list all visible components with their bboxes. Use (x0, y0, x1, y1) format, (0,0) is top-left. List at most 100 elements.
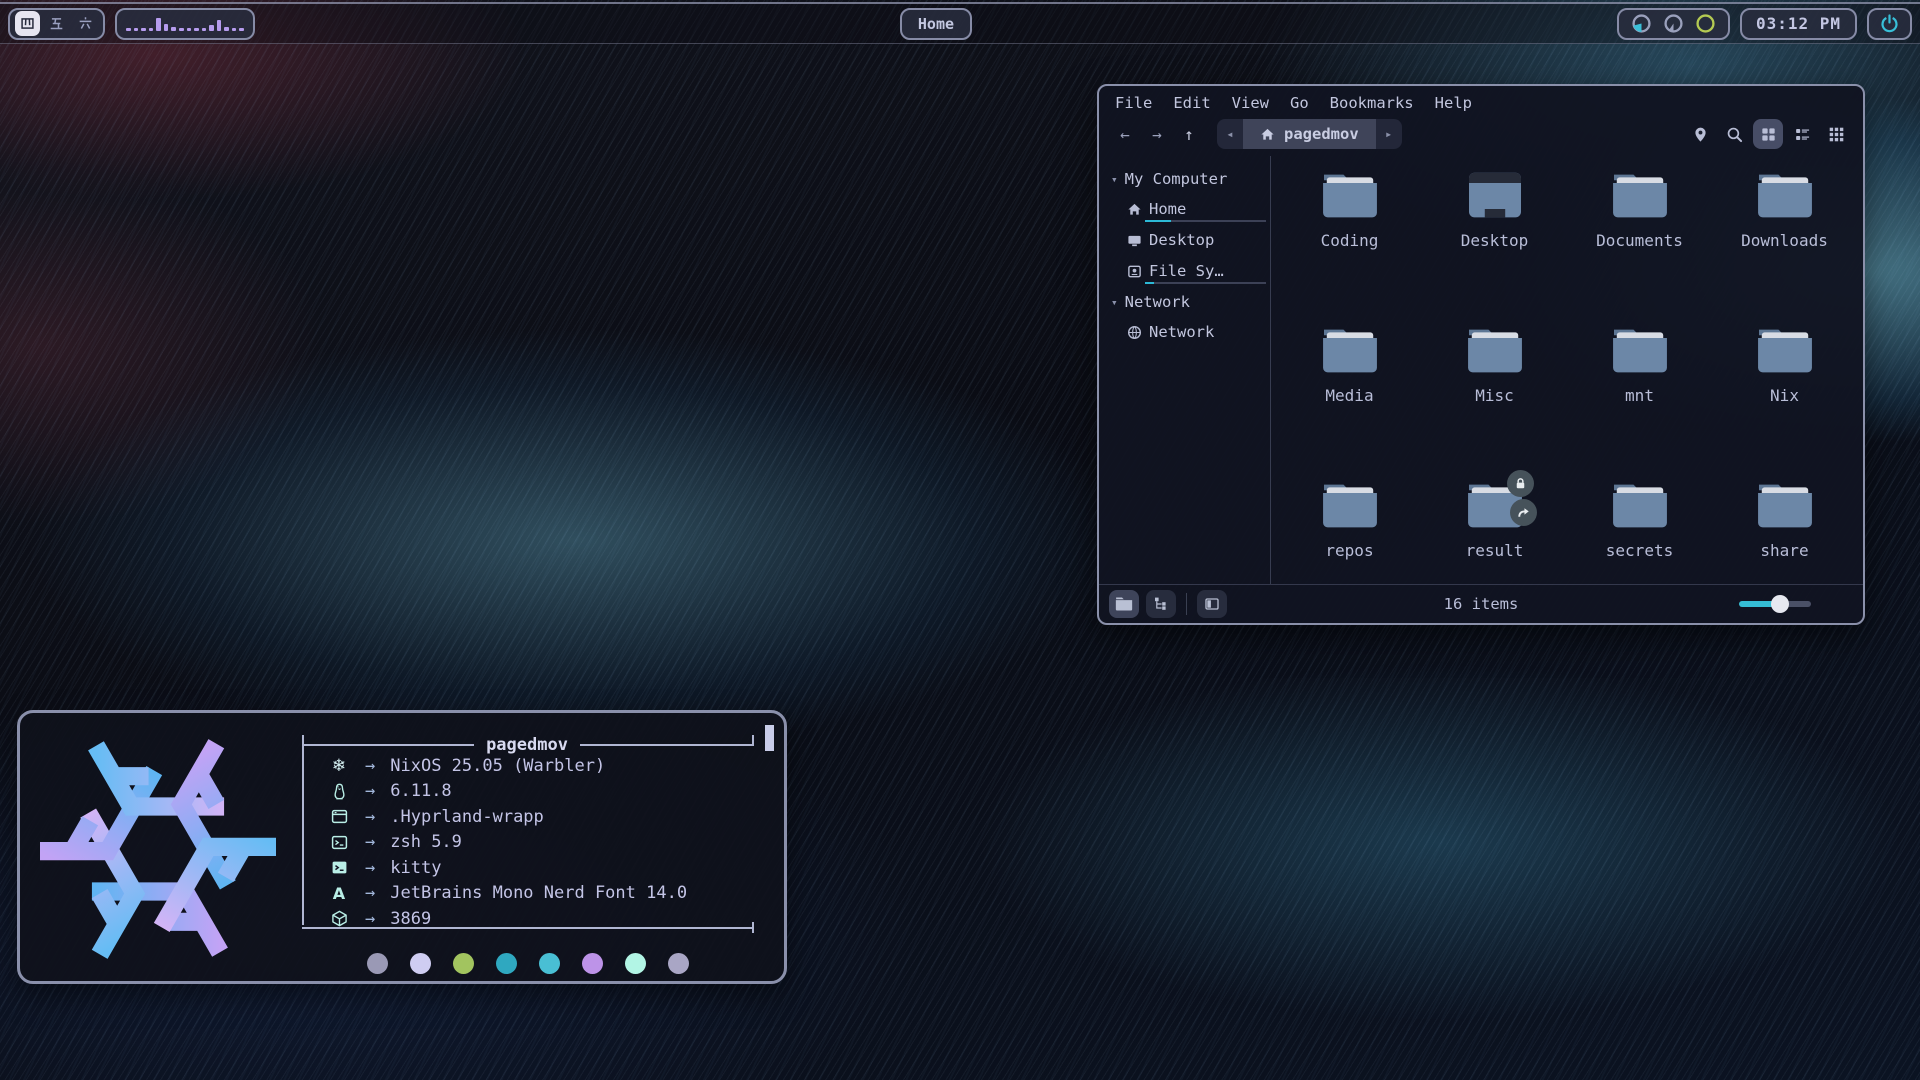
forward-button[interactable]: → (1143, 125, 1171, 144)
sidebar-item-desktop[interactable]: Desktop (1127, 231, 1264, 249)
item-count: 16 items (1444, 595, 1519, 613)
desktop-icon (1127, 233, 1142, 248)
power-icon (1880, 14, 1899, 33)
terminal-color-palette (367, 953, 689, 974)
palette-dot (539, 953, 560, 974)
sidebar-section-network[interactable]: ▾ Network (1111, 293, 1264, 311)
workspace-button-5[interactable] (44, 11, 69, 36)
clock: 03:12 PM (1756, 14, 1841, 33)
folder-repos[interactable]: repos (1279, 472, 1421, 560)
sidebar-section-my-computer[interactable]: ▾ My Computer (1111, 170, 1264, 188)
globe-icon (1127, 325, 1142, 340)
show-places-button[interactable] (1109, 590, 1139, 618)
folder-icon (1610, 480, 1670, 532)
folder-mnt[interactable]: mnt (1569, 317, 1711, 405)
sidebar-item-home[interactable]: Home (1127, 200, 1264, 218)
top-status-bar: Home 03:12 PM (0, 2, 1920, 44)
folder-media[interactable]: Media (1279, 317, 1421, 405)
folder-label: Coding (1321, 231, 1379, 250)
fetch-row-shell: → zsh 5.9 (328, 830, 744, 856)
show-tree-button[interactable] (1146, 590, 1176, 618)
toggle-sidepane-button[interactable] (1197, 590, 1227, 618)
folder-icon (1610, 170, 1670, 222)
folder-nix[interactable]: Nix (1714, 317, 1856, 405)
path-bar: ◂ pagedmov ▸ (1217, 119, 1402, 149)
symlink-emblem-icon (1510, 499, 1537, 526)
pin-icon (1692, 126, 1709, 143)
menu-bookmarks[interactable]: Bookmarks (1330, 94, 1414, 112)
folder-misc[interactable]: Misc (1424, 317, 1566, 405)
sidebar-item-filesystem[interactable]: File Sy… (1127, 262, 1264, 280)
small-grid-icon (1828, 126, 1845, 143)
search-button[interactable] (1719, 119, 1749, 149)
workspace-button-4[interactable] (15, 11, 40, 36)
fetch-font-value: JetBrains Mono Nerd Font 14.0 (390, 883, 687, 903)
power-button[interactable] (1867, 8, 1912, 40)
arrow-glyph: → (365, 807, 375, 827)
palette-dot (496, 953, 517, 974)
cjk-six-glyph (78, 16, 93, 31)
box-border-bottom (302, 922, 754, 933)
back-button[interactable]: ← (1111, 125, 1139, 144)
menu-file[interactable]: File (1115, 94, 1152, 112)
folder-secrets[interactable]: secrets (1569, 472, 1711, 560)
folder-label: Misc (1475, 386, 1514, 405)
collapse-triangle-icon[interactable]: ▾ (1111, 296, 1118, 309)
cpu-usage-circle-icon[interactable] (1696, 14, 1715, 33)
readonly-lock-emblem-icon (1507, 470, 1534, 497)
fetch-row-font: A → JetBrains Mono Nerd Font 14.0 (328, 881, 744, 907)
path-tab[interactable]: pagedmov (1243, 119, 1376, 149)
sidebar-item-label: Home (1149, 200, 1186, 218)
arrow-glyph: → (365, 756, 375, 776)
tab-scroll-right-icon[interactable]: ▸ (1376, 119, 1402, 149)
shell-icon (331, 834, 348, 851)
collapse-triangle-icon[interactable]: ▾ (1111, 173, 1118, 186)
drive-icon (1127, 264, 1142, 279)
menu-go[interactable]: Go (1290, 94, 1309, 112)
search-icon (1726, 126, 1743, 143)
up-button[interactable]: ↑ (1175, 125, 1203, 144)
menu-edit[interactable]: Edit (1173, 94, 1210, 112)
folder-icon (1755, 325, 1815, 377)
memory-usage-circle-icon[interactable] (1664, 14, 1683, 33)
toolbar: ← → ↑ ◂ pagedmov ▸ (1099, 114, 1863, 156)
disk-usage-circle-icon[interactable] (1632, 14, 1651, 33)
folder-label: share (1760, 541, 1808, 560)
folder-documents[interactable]: Documents (1569, 162, 1711, 250)
slider-knob[interactable] (1771, 595, 1789, 613)
menu-view[interactable]: View (1232, 94, 1269, 112)
icon-view-button[interactable] (1753, 119, 1783, 149)
fetch-os-value: NixOS 25.05 (Warbler) (390, 756, 605, 776)
workspace-button-6[interactable] (73, 11, 98, 36)
fetch-kernel-value: 6.11.8 (390, 781, 451, 801)
folder-share[interactable]: share (1714, 472, 1856, 560)
icon-zoom-slider[interactable] (1739, 601, 1811, 607)
folder-coding[interactable]: Coding (1279, 162, 1421, 250)
cjk-five-glyph (49, 16, 64, 31)
folder-desktop[interactable]: Desktop (1424, 162, 1566, 250)
compact-view-button[interactable] (1787, 119, 1817, 149)
folder-label: Nix (1770, 386, 1799, 405)
menu-help[interactable]: Help (1435, 94, 1472, 112)
tab-scroll-left-icon[interactable]: ◂ (1217, 119, 1243, 149)
folder-downloads[interactable]: Downloads (1714, 162, 1856, 250)
fetch-terminal-value: kitty (390, 858, 441, 878)
palette-dot (367, 953, 388, 974)
tree-pane-icon (1153, 596, 1169, 612)
palette-dot (582, 953, 603, 974)
folder-label: Documents (1596, 231, 1683, 250)
thumbnail-view-button[interactable] (1821, 119, 1851, 149)
palette-dot (625, 953, 646, 974)
folder-result[interactable]: result (1424, 472, 1566, 560)
arrow-glyph: → (365, 832, 375, 852)
fetch-wm-value: .Hyprland-wrapp (390, 807, 544, 827)
section-label: My Computer (1125, 170, 1228, 188)
sidebar-item-network[interactable]: Network (1127, 323, 1264, 341)
folder-label: Media (1325, 386, 1373, 405)
fetch-row-os: ❄ → NixOS 25.05 (Warbler) (328, 753, 744, 779)
location-pin-button[interactable] (1685, 119, 1715, 149)
sidebar-item-label: Network (1149, 323, 1214, 341)
terminal-icon (331, 859, 348, 876)
section-label: Network (1125, 293, 1190, 311)
system-fetch-widget: pagedmov ❄ → NixOS 25.05 (Warbler) → 6.1… (17, 710, 787, 984)
